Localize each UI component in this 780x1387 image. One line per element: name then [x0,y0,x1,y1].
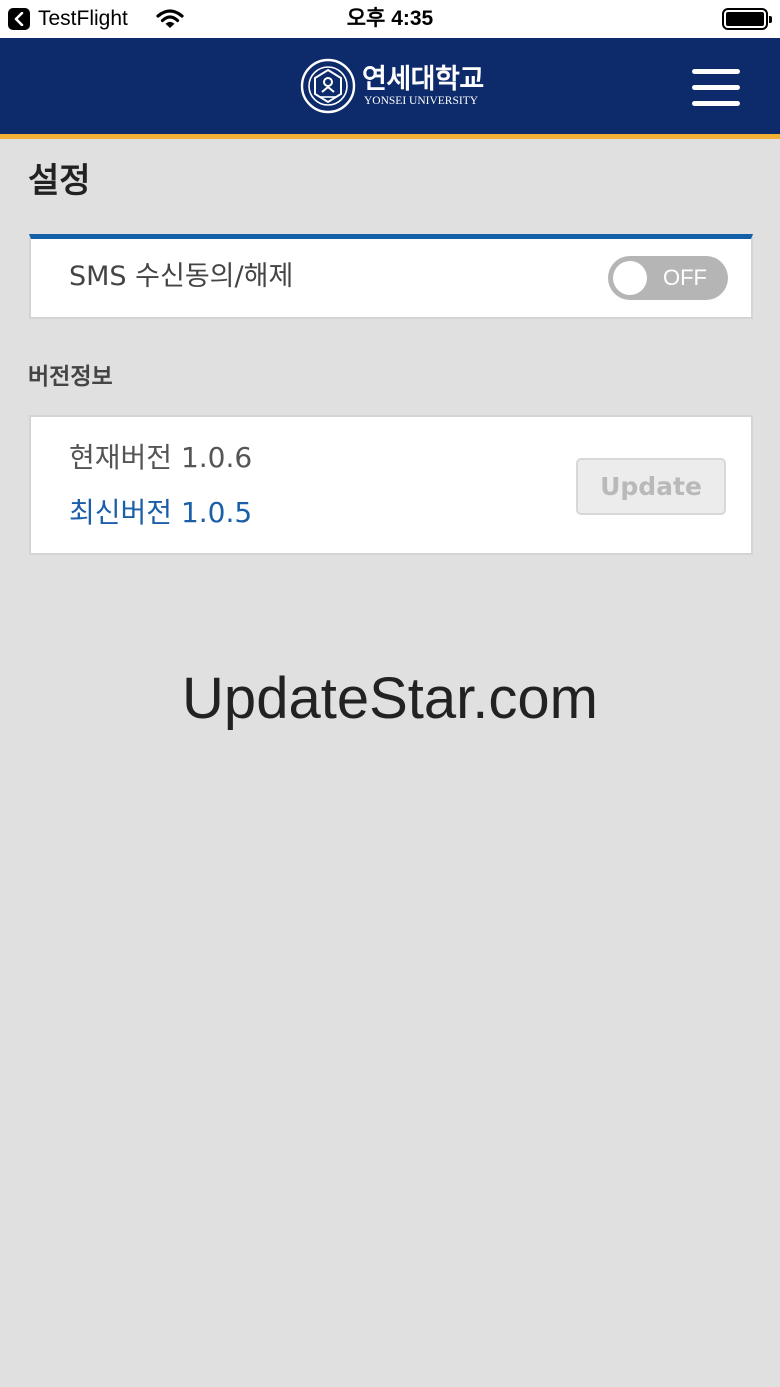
latest-version: 최신버전 1.0.5 [69,496,253,529]
status-time: 오후 4:35 [346,7,434,30]
hamburger-menu-icon[interactable] [690,68,742,106]
sms-consent-label: SMS 수신동의/해제 [69,261,294,292]
version-card: 현재버전 1.0.6 최신버전 1.0.5 Update [29,415,753,555]
version-section-label: 버전정보 [28,364,113,390]
page-title: 설정 [28,161,91,201]
logo-name-english: YONSEI UNIVERSITY [364,95,479,107]
app-header: 연세대학교 YONSEI UNIVERSITY [0,38,780,134]
watermark-text: UpdateStar.com [182,666,598,731]
toggle-state-label: OFF [663,265,707,290]
logo-name-korean: 연세대학교 [362,64,484,95]
yonsei-emblem-icon [300,58,356,118]
toggle-knob [613,261,647,295]
battery-icon [722,8,772,30]
current-version: 현재버전 1.0.6 [69,441,253,474]
update-button[interactable]: Update [576,458,726,515]
header-accent-bar [0,134,780,139]
sms-consent-toggle[interactable]: OFF [608,256,728,300]
status-bar: TestFlight 오후 4:35 [0,0,780,38]
sms-consent-card: SMS 수신동의/해제 OFF [29,234,753,319]
